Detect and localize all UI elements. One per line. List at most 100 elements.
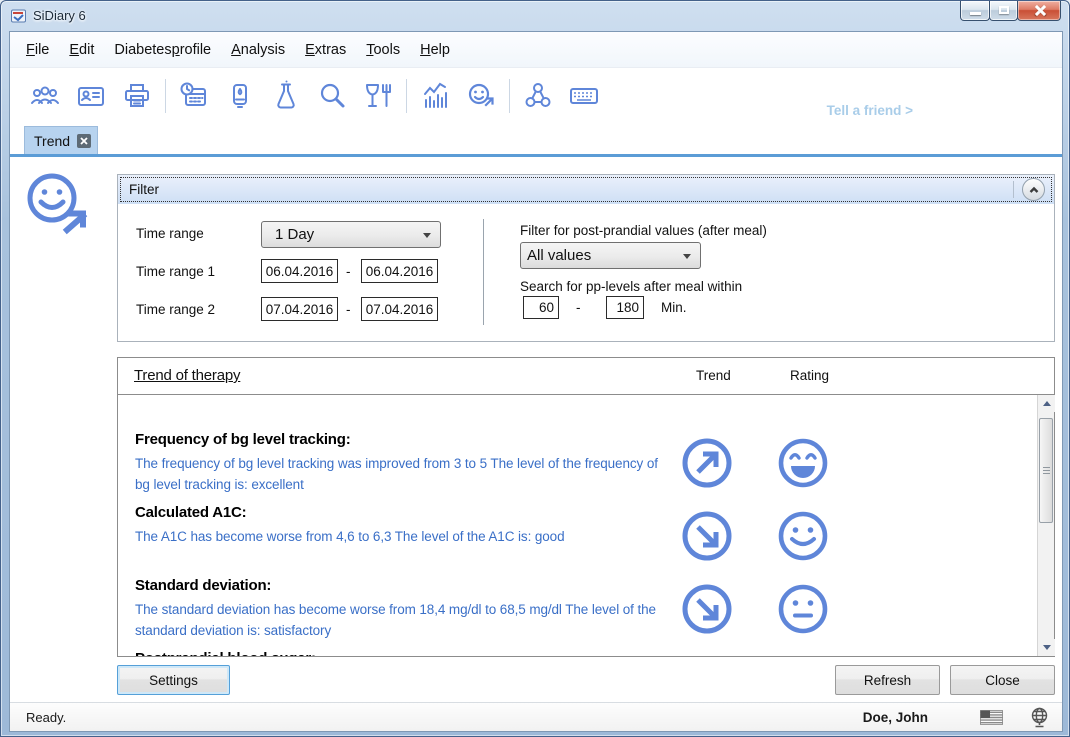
statistics-icon xyxy=(418,79,452,113)
trend-toolbar-button[interactable] xyxy=(458,74,504,118)
row-heading: Frequency of bg level tracking: xyxy=(135,431,1037,448)
pp-filter-select[interactable]: All values xyxy=(520,242,701,269)
menu-file[interactable]: File xyxy=(16,42,59,58)
close-window-button[interactable] xyxy=(1017,1,1061,21)
pp-unit-label: Min. xyxy=(661,300,687,315)
pp-from-input[interactable] xyxy=(523,296,559,319)
row-description: The frequency of bg level tracking was i… xyxy=(135,453,663,495)
printer-icon xyxy=(120,79,154,113)
scrollbar-thumb[interactable] xyxy=(1039,418,1053,523)
rating-neutral-icon xyxy=(777,583,829,635)
menu-analysis[interactable]: Analysis xyxy=(221,42,295,58)
calendar-clock-icon xyxy=(177,79,211,113)
print-toolbar-button[interactable] xyxy=(114,74,160,118)
settings-button[interactable]: Settings xyxy=(117,665,230,695)
minimize-icon xyxy=(970,12,981,15)
toolbar-separator xyxy=(406,79,407,113)
pp-to-input[interactable] xyxy=(606,296,644,319)
filter-header[interactable]: Filter xyxy=(118,175,1054,204)
trend-up-icon xyxy=(681,437,733,489)
toolbar-separator xyxy=(509,79,510,113)
menu-extras[interactable]: Extras xyxy=(295,42,356,58)
patient-profile-toolbar-button[interactable] xyxy=(68,74,114,118)
rating-column-header: Rating xyxy=(790,368,829,383)
titlebar[interactable]: SiDiary 6 xyxy=(1,1,1069,31)
app-client-area: File Edit Diabetesprofile Analysis Extra… xyxy=(9,31,1063,732)
trend-smiley-icon xyxy=(464,79,498,113)
users-icon xyxy=(27,79,63,113)
search-icon xyxy=(315,79,349,113)
share-toolbar-button[interactable] xyxy=(515,74,561,118)
share-icon xyxy=(521,79,555,113)
trend-down-icon xyxy=(681,583,733,635)
users-toolbar-button[interactable] xyxy=(22,74,68,118)
menu-diabetesprofile[interactable]: Diabetesprofile xyxy=(104,42,221,58)
filter-panel: Filter Time range 1 Day Time range 1 - T… xyxy=(117,174,1055,342)
time-range-label: Time range xyxy=(136,226,204,241)
close-button[interactable]: Close xyxy=(950,665,1055,695)
time-range1-from-input[interactable] xyxy=(261,259,338,283)
header-separator xyxy=(1013,181,1014,198)
row-description: The A1C has become worse from 4,6 to 6,3… xyxy=(135,526,663,547)
time-range2-label: Time range 2 xyxy=(136,302,215,317)
tab-close-button[interactable] xyxy=(77,134,91,148)
search-toolbar-button[interactable] xyxy=(309,74,355,118)
trend-row-std-deviation: Standard deviation: The standard deviati… xyxy=(118,577,1037,650)
row-heading: Standard deviation: xyxy=(135,577,1037,594)
time-range-select[interactable]: 1 Day xyxy=(261,221,441,248)
filter-divider xyxy=(483,219,484,325)
diary-toolbar-button[interactable] xyxy=(171,74,217,118)
tab-bar: Trend xyxy=(10,124,1062,157)
time-range2-to-input[interactable] xyxy=(361,297,438,321)
collapse-button[interactable] xyxy=(1022,178,1045,201)
status-bar: Ready. Doe, John xyxy=(10,702,1062,731)
rating-happy-icon xyxy=(777,510,829,562)
time-range2-from-input[interactable] xyxy=(261,297,338,321)
trend-list-viewport: Frequency of bg level tracking: The freq… xyxy=(118,395,1037,656)
toolbar: Tell a friend > xyxy=(10,68,1062,124)
time-range-value: 1 Day xyxy=(262,226,314,243)
refresh-button[interactable]: Refresh xyxy=(835,665,940,695)
nutrition-toolbar-button[interactable] xyxy=(355,74,401,118)
trend-table-header: Trend of therapy Trend Rating xyxy=(118,358,1054,395)
window-controls xyxy=(961,1,1061,21)
glucose-meter-toolbar-button[interactable] xyxy=(217,74,263,118)
chevron-down-icon xyxy=(683,254,691,259)
globe-icon[interactable] xyxy=(1029,707,1050,728)
keyboard-icon xyxy=(567,79,601,113)
flask-icon xyxy=(269,79,303,113)
row-heading: Calculated A1C: xyxy=(135,504,1037,521)
minimize-button[interactable] xyxy=(960,1,990,21)
row-heading: Postprandial blood sugar: xyxy=(135,650,1037,656)
language-flag-icon[interactable] xyxy=(980,710,1003,725)
time-range1-to-input[interactable] xyxy=(361,259,438,283)
statistics-toolbar-button[interactable] xyxy=(412,74,458,118)
time-range1-label: Time range 1 xyxy=(136,264,215,279)
trend-rows: Frequency of bg level tracking: The freq… xyxy=(118,431,1037,656)
lab-values-toolbar-button[interactable] xyxy=(263,74,309,118)
trend-column-header: Trend xyxy=(696,368,731,383)
tab-trend[interactable]: Trend xyxy=(24,126,98,154)
arrow-down-icon xyxy=(1043,645,1051,650)
tell-a-friend-link[interactable]: Tell a friend > xyxy=(827,103,913,118)
menu-tools[interactable]: Tools xyxy=(356,42,410,58)
keyboard-toolbar-button[interactable] xyxy=(561,74,607,118)
tab-label: Trend xyxy=(34,133,70,149)
vertical-scrollbar[interactable] xyxy=(1037,395,1054,656)
maximize-button[interactable] xyxy=(989,1,1018,21)
rating-laughing-icon xyxy=(777,437,829,489)
range-separator: - xyxy=(576,300,581,315)
contact-card-icon xyxy=(74,79,108,113)
close-icon xyxy=(80,137,88,145)
window-title: SiDiary 6 xyxy=(33,8,86,23)
menu-edit[interactable]: Edit xyxy=(59,42,104,58)
app-icon xyxy=(10,7,28,25)
scroll-up-button[interactable] xyxy=(1038,395,1055,412)
row-description: The standard deviation has become worse … xyxy=(135,599,663,641)
menu-help[interactable]: Help xyxy=(410,42,460,58)
close-icon xyxy=(1034,5,1046,16)
range-separator: - xyxy=(346,302,351,317)
status-text: Ready. xyxy=(26,710,66,725)
pp-filter-label: Filter for post-prandial values (after m… xyxy=(520,223,767,238)
scroll-down-button[interactable] xyxy=(1038,639,1055,656)
